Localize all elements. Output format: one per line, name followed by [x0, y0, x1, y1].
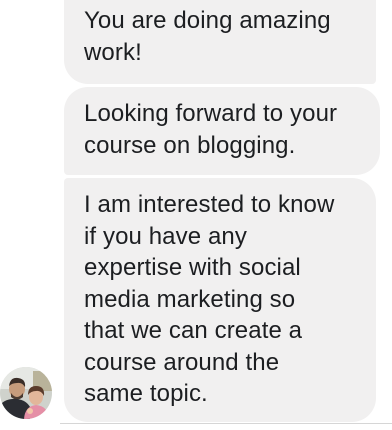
thread-divider — [60, 423, 392, 424]
message-bubble[interactable]: I am interested to know if you have any … — [64, 178, 376, 422]
message-text: I am interested to know if you have any … — [84, 191, 335, 407]
message-bubble[interactable]: You are doing amazing work! — [64, 0, 376, 84]
message-bubble[interactable]: Looking forward to your course on bloggi… — [64, 87, 380, 175]
message-text: You are doing amazing work! — [84, 7, 331, 66]
message-thread: You are doing amazing work! Looking forw… — [0, 0, 392, 430]
message-text: Looking forward to your course on bloggi… — [84, 100, 338, 159]
sender-avatar[interactable] — [0, 367, 52, 419]
sender-profile-photo-icon — [0, 367, 52, 419]
